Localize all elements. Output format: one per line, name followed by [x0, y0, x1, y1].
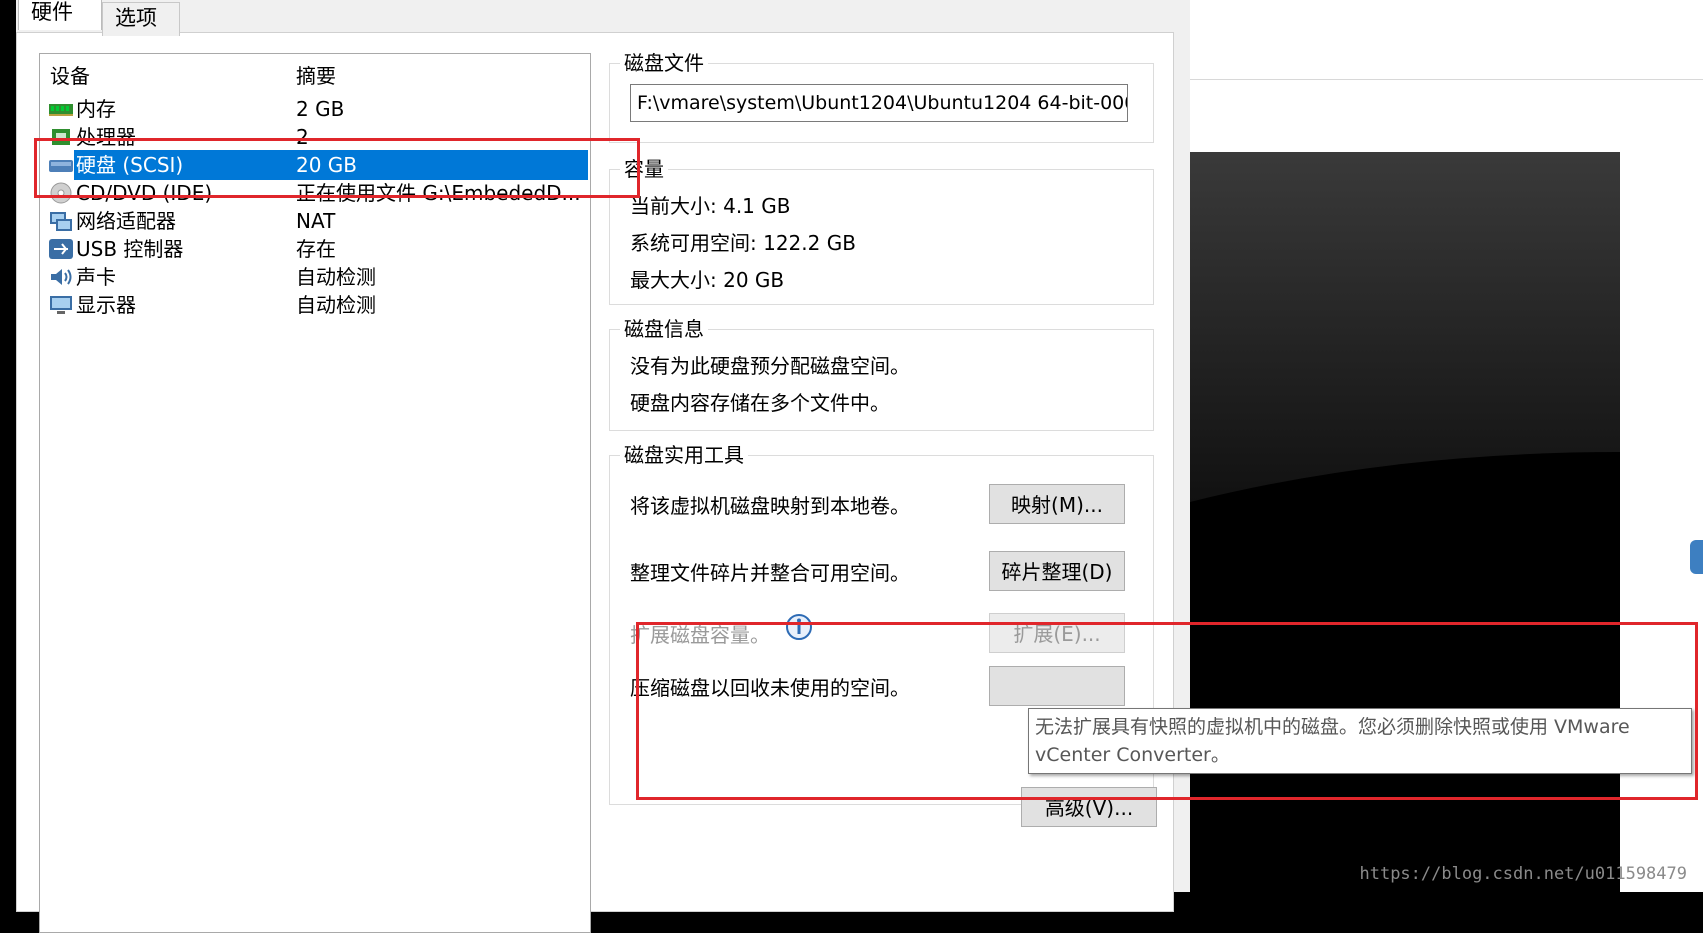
network-adapter-icon [50, 212, 72, 231]
device-name: 内存 [76, 97, 116, 121]
disk-info-title: 磁盘信息 [620, 316, 708, 342]
tab-options[interactable]: 选项 [102, 2, 180, 36]
device-summary: NAT [296, 209, 336, 233]
device-name: 显示器 [76, 293, 136, 317]
available-space-text: 系统可用空间: 122.2 GB [630, 231, 856, 255]
device-column-header[interactable]: 设备 [50, 60, 90, 89]
utilities-title: 磁盘实用工具 [620, 442, 748, 468]
capacity-group: 容量 当前大小: 4.1 GB 系统可用空间: 122.2 GB 最大大小: 2… [609, 156, 1154, 305]
device-summary: 存在 [296, 237, 336, 261]
tab-hardware[interactable]: 硬件 [18, 0, 102, 30]
usb-icon [49, 239, 73, 259]
map-text: 将该虚拟机磁盘映射到本地卷。 [630, 494, 910, 518]
device-row-usb[interactable]: USB 控制器 存在 [40, 234, 588, 264]
vm-side-button[interactable] [1690, 540, 1703, 574]
device-summary: 2 GB [296, 97, 345, 121]
summary-column-header[interactable]: 摘要 [296, 60, 336, 89]
disk-file-path-field[interactable]: F:\vmare\system\Ubunt1204\Ubuntu1204 64-… [630, 84, 1128, 122]
device-summary: 自动检测 [296, 265, 376, 289]
current-size-text: 当前大小: 4.1 GB [630, 194, 791, 218]
vm-toolbar-area [1190, 0, 1703, 80]
memory-icon [49, 104, 73, 116]
device-row-sound-card[interactable]: 声卡 自动检测 [40, 262, 588, 292]
hard-disk-highlight-box [34, 138, 640, 198]
device-row-network-adapter[interactable]: 网络适配器 NAT [40, 206, 588, 236]
disk-info-line1: 没有为此硬盘预分配磁盘空间。 [630, 354, 910, 378]
max-size-text: 最大大小: 20 GB [630, 268, 785, 292]
defrag-text: 整理文件碎片并整合可用空间。 [630, 561, 910, 585]
device-summary: 自动检测 [296, 293, 376, 317]
display-icon [50, 296, 72, 314]
disk-file-group: 磁盘文件 F:\vmare\system\Ubunt1204\Ubuntu120… [609, 50, 1154, 143]
expand-highlight-box [636, 622, 1698, 800]
device-name: 网络适配器 [76, 209, 176, 233]
defrag-button[interactable]: 碎片整理(D) [989, 551, 1125, 591]
disk-info-group: 磁盘信息 没有为此硬盘预分配磁盘空间。 硬盘内容存储在多个文件中。 [609, 316, 1154, 431]
disk-file-title: 磁盘文件 [620, 50, 708, 76]
sound-card-icon [51, 269, 72, 285]
device-row-memory[interactable]: 内存 2 GB [40, 94, 588, 124]
watermark: https://blog.csdn.net/u011598479 [1359, 864, 1687, 884]
disk-info-line2: 硬盘内容存储在多个文件中。 [630, 391, 890, 415]
device-row-display[interactable]: 显示器 自动检测 [40, 290, 588, 320]
device-name: 声卡 [76, 265, 116, 289]
device-name: USB 控制器 [76, 237, 184, 261]
map-button[interactable]: 映射(M)... [989, 484, 1125, 524]
